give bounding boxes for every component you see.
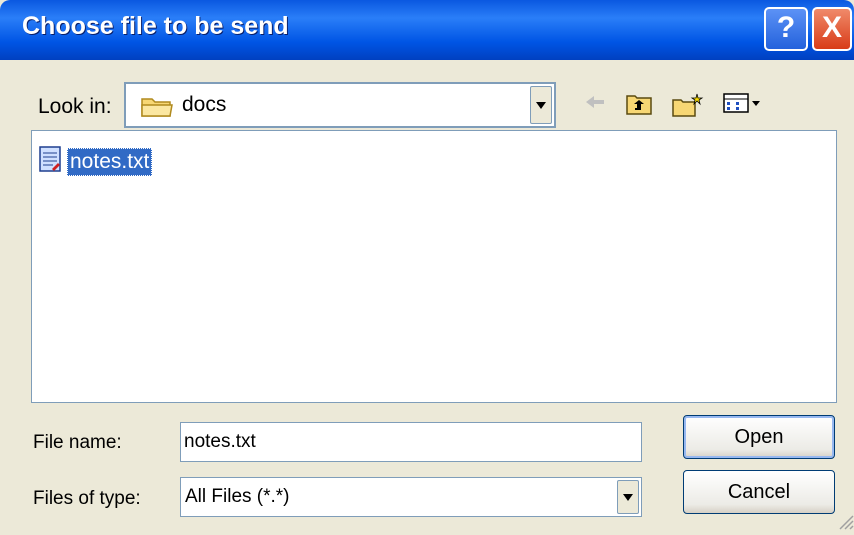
chevron-down-icon[interactable]	[617, 480, 639, 514]
file-name: notes.txt	[67, 147, 153, 176]
look-in-value: docs	[182, 93, 227, 116]
back-arrow-icon[interactable]	[584, 92, 606, 117]
list-item[interactable]: notes.txt	[38, 145, 153, 178]
question-mark-icon: ?	[776, 11, 796, 44]
file-name-label: File name:	[33, 432, 122, 453]
chevron-down-icon[interactable]	[530, 86, 552, 124]
new-folder-icon[interactable]	[671, 92, 705, 123]
title-bar[interactable]: Choose file to be send ? X	[0, 0, 854, 60]
window-title: Choose file to be send	[22, 12, 289, 40]
look-in-combo[interactable]: docs	[124, 82, 556, 128]
cancel-button[interactable]: Cancel	[683, 470, 835, 514]
close-icon: X	[821, 11, 842, 44]
file-name-input[interactable]	[180, 422, 642, 462]
help-button[interactable]: ?	[764, 7, 808, 51]
text-file-icon	[38, 145, 62, 178]
dialog-body: Look in: docs notes.txt File name: notes…	[0, 60, 854, 535]
open-button[interactable]: Open	[683, 415, 835, 459]
file-type-label: Files of type:	[33, 488, 141, 509]
file-type-combo[interactable]: All Files (*.*)	[180, 477, 642, 517]
resize-grip-icon[interactable]	[836, 512, 854, 535]
folder-icon	[140, 94, 174, 123]
up-folder-icon[interactable]	[625, 92, 653, 121]
view-menu-icon[interactable]	[722, 92, 762, 119]
file-list[interactable]: notes.txt	[31, 130, 837, 403]
file-type-value: All Files (*.*)	[185, 486, 290, 507]
close-button[interactable]: X	[812, 7, 852, 51]
look-in-label: Look in:	[38, 95, 112, 118]
